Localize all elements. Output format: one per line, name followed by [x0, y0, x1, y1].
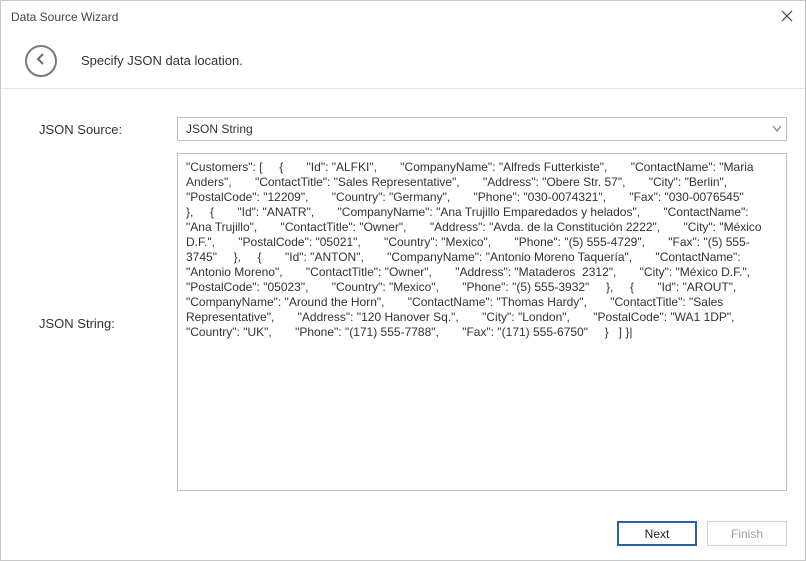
next-button-label: Next [645, 527, 670, 541]
finish-button-label: Finish [731, 527, 763, 541]
finish-button: Finish [707, 521, 787, 546]
json-source-label: JSON Source: [19, 122, 177, 137]
json-source-row: JSON Source: JSON String [19, 117, 787, 141]
window-title: Data Source Wizard [11, 10, 118, 24]
wizard-header: Specify JSON data location. [1, 33, 805, 89]
back-button[interactable] [25, 45, 57, 77]
wizard-window: Data Source Wizard Specify JSON data loc… [0, 0, 806, 561]
wizard-subtitle: Specify JSON data location. [81, 53, 243, 68]
close-icon [781, 10, 793, 25]
titlebar: Data Source Wizard [1, 1, 805, 33]
json-string-label: JSON String: [19, 316, 177, 331]
json-source-select[interactable]: JSON String [177, 117, 787, 141]
arrow-left-icon [34, 52, 48, 69]
json-string-row: JSON String: [19, 153, 787, 494]
close-button[interactable] [775, 5, 799, 29]
next-button[interactable]: Next [617, 521, 697, 546]
json-string-input[interactable] [177, 153, 787, 491]
form-area: JSON Source: JSON String JSON String: [1, 89, 805, 518]
wizard-footer: Next Finish [617, 521, 787, 546]
json-source-value: JSON String [177, 117, 787, 141]
